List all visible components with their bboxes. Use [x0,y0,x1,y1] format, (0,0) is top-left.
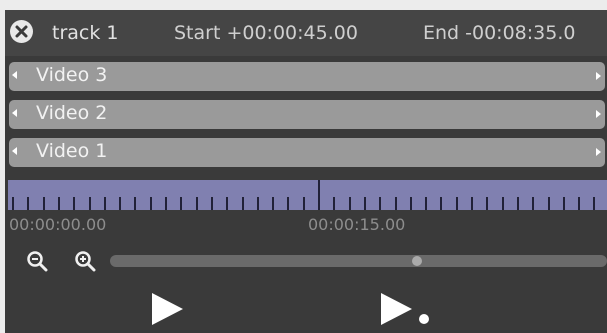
play-once-icon [381,293,412,325]
ruler-tick [548,197,550,210]
video-track-label: Video 1 [36,140,108,162]
ruler-tick [165,197,167,210]
track-name: track 1 [52,22,119,44]
arrow-right-icon[interactable] [596,72,601,80]
arrow-left-icon[interactable] [12,71,17,79]
ruler-tick [119,197,121,210]
ruler-tick [563,197,565,210]
start-time-label: Start +00:00:45.00 [174,22,358,44]
record-dot-icon [419,314,429,324]
video-track-row[interactable]: Video 1 [9,138,605,167]
ruler-tick [440,197,442,210]
ruler-tick [333,197,335,210]
timeline-ruler[interactable] [8,180,607,210]
ruler-tick [456,197,458,210]
play-icon [152,293,183,325]
timeline-label-15s: 00:00:15.00 [308,215,406,234]
ruler-tick [532,197,534,210]
ruler-tick [578,197,580,210]
video-track-label: Video 2 [36,102,108,124]
zoom-out-icon[interactable] [26,250,48,272]
ruler-tick [410,197,412,210]
ruler-tick [58,197,60,210]
ruler-tick [395,197,397,210]
ruler-tick [257,197,259,210]
arrow-right-icon[interactable] [596,148,601,156]
ruler-tick [303,197,305,210]
ruler-tick [150,197,152,210]
ruler-tick [43,197,45,210]
ruler-tick [73,197,75,210]
end-time-label: End -00:08:35.0 [423,22,576,44]
ruler-tick [211,197,213,210]
ruler-tick [486,197,488,210]
ruler-tick [517,197,519,210]
ruler-tick [272,197,274,210]
video-track-row[interactable]: Video 3 [9,62,605,91]
ruler-tick [196,197,198,210]
track-header: track 1 Start +00:00:45.00 End -00:08:35… [5,10,607,56]
zoom-slider-handle[interactable] [412,256,422,266]
ruler-tick [425,197,427,210]
arrow-left-icon[interactable] [12,147,17,155]
zoom-slider[interactable] [110,255,607,267]
video-track-row[interactable]: Video 2 [9,100,605,129]
arrow-right-icon[interactable] [596,110,601,118]
ruler-tick [287,197,289,210]
close-icon [15,25,28,38]
timeline-label-start: 00:00:00.00 [9,215,107,234]
ruler-major-tick [318,180,320,210]
ruler-tick [242,197,244,210]
ruler-tick [471,197,473,210]
ruler-tick [12,197,14,210]
ruler-tick [364,197,366,210]
close-button[interactable] [10,20,33,43]
ruler-tick [134,197,136,210]
ruler-tick [89,197,91,210]
arrow-left-icon[interactable] [12,109,17,117]
play-once-button[interactable] [379,292,433,326]
ruler-tick [593,197,595,210]
ruler-tick [226,197,228,210]
ruler-tick [349,197,351,210]
track-panel: track 1 Start +00:00:45.00 End -00:08:35… [5,10,607,333]
ruler-tick [27,197,29,210]
play-button[interactable] [150,292,184,326]
ruler-tick [180,197,182,210]
video-track-label: Video 3 [36,64,108,86]
ruler-tick [502,197,504,210]
ruler-tick [379,197,381,210]
ruler-tick [104,197,106,210]
zoom-in-icon[interactable] [74,250,96,272]
